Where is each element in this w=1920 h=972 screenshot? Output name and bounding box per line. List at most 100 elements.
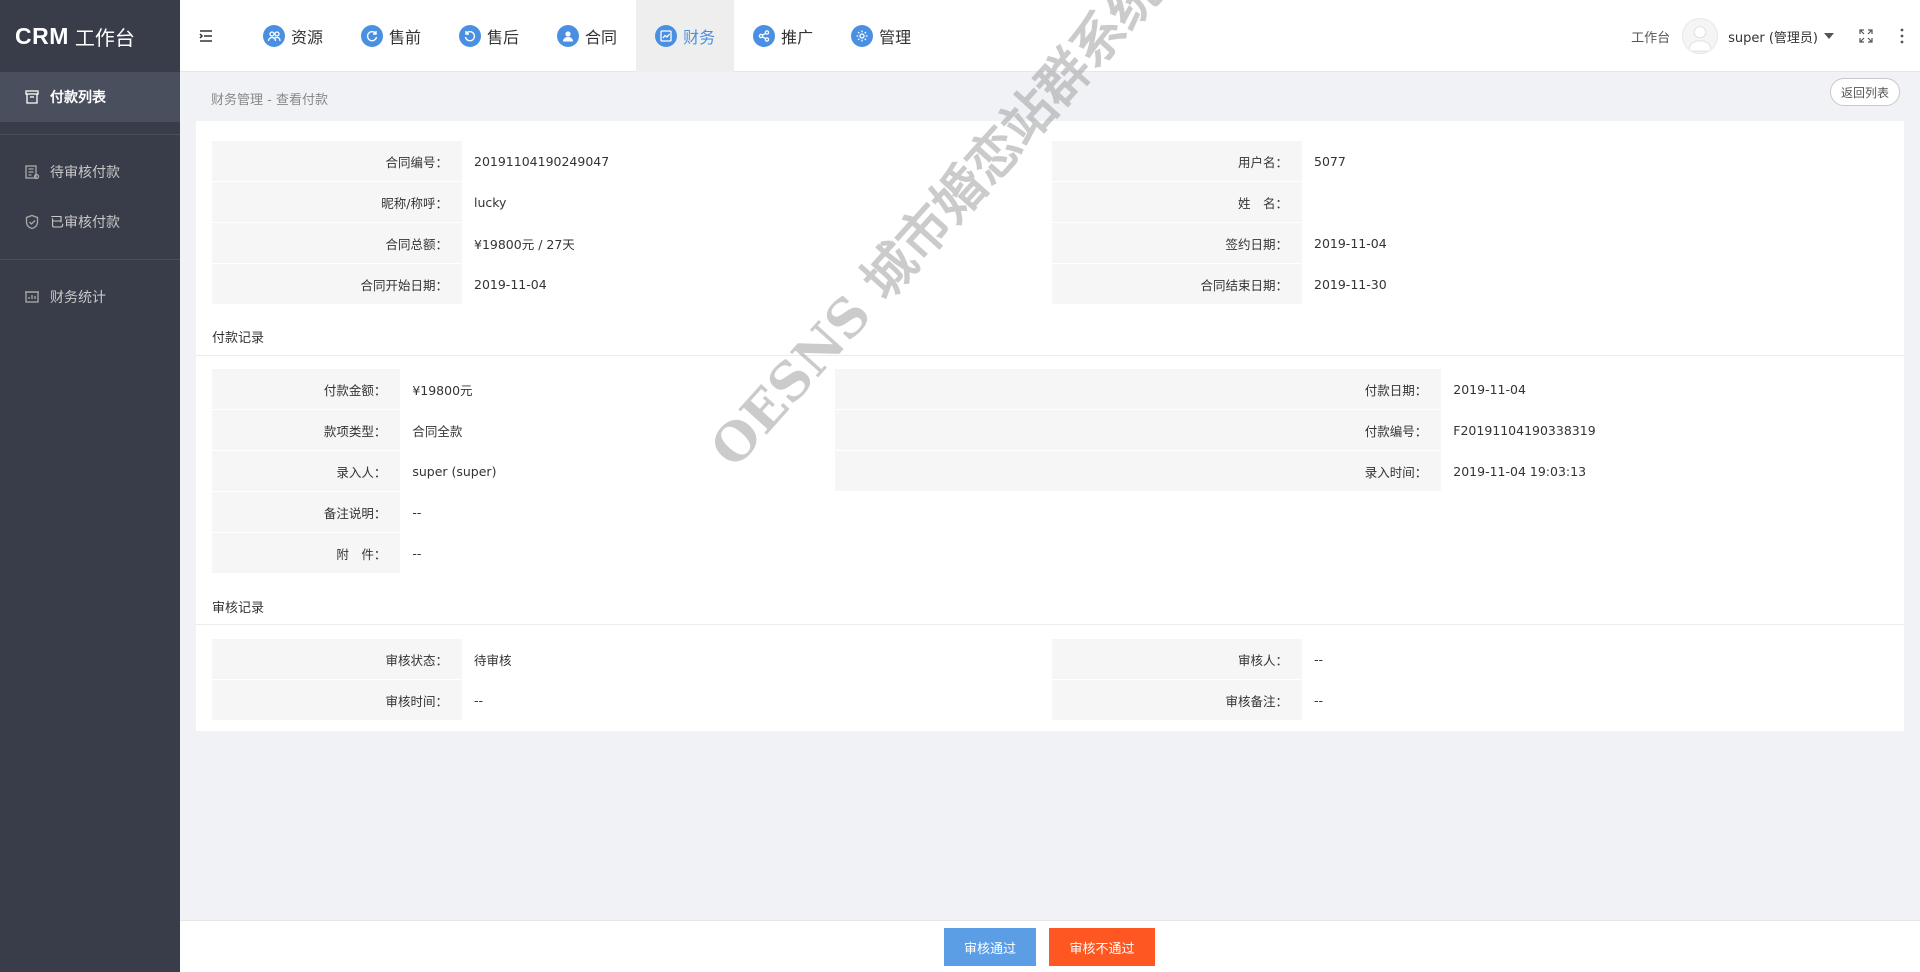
refresh-icon <box>361 24 384 47</box>
rotate-icon <box>459 24 482 47</box>
breadcrumb: 财务管理 - 查看付款 <box>211 93 328 108</box>
table-row: 录入人： super (super) 录入时间： 2019-11-04 19:0… <box>212 451 1904 492</box>
nav-tab-admin[interactable]: 管理 <box>832 0 930 72</box>
nickname-value: lucky <box>474 195 507 210</box>
reject-button[interactable]: 审核不通过 <box>1049 928 1155 966</box>
nav-tab-label: 财务 <box>683 27 716 47</box>
entry-person-label: 录入人： <box>212 451 401 492</box>
payment-amount-value: ¥19800元 <box>412 383 473 398</box>
contract-end-value: 2019-11-30 <box>1314 277 1387 292</box>
contract-start-value: 2019-11-04 <box>474 277 547 292</box>
sign-date-label: 签约日期： <box>1052 223 1302 264</box>
table-row: 款项类型： 合同全款 付款编号： F20191104190338319 <box>212 410 1904 451</box>
resources-icon <box>263 24 285 47</box>
contract-no-label: 合同编号： <box>212 141 462 182</box>
contract-no-value: 20191104190249047 <box>474 154 610 169</box>
entry-time-label: 录入时间： <box>835 451 1442 492</box>
username-value: 5077 <box>1314 154 1346 169</box>
audit-time-label: 审核时间： <box>212 680 462 721</box>
audit-time-value: -- <box>474 693 484 708</box>
username-label: 用户名： <box>1052 141 1302 182</box>
contract-total-label: 合同总额： <box>212 223 462 264</box>
payment-type-value: 合同全款 <box>412 424 463 439</box>
nav-tab-contract[interactable]: 合同 <box>538 0 636 72</box>
entry-time-value: 2019-11-04 19:03:13 <box>1453 464 1587 479</box>
sidebar-item-label: 待审核付款 <box>50 165 120 181</box>
audit-remark-value: -- <box>1314 693 1324 708</box>
sidebar-item-label: 付款列表 <box>50 90 106 106</box>
nav-tab-label: 推广 <box>781 27 814 47</box>
breadcrumb-bar: 财务管理 - 查看付款 返回列表 <box>180 72 1920 122</box>
sign-date-value: 2019-11-04 <box>1314 236 1387 251</box>
nav-tab-presales[interactable]: 售前 <box>342 0 440 72</box>
contract-end-label: 合同结束日期： <box>1052 264 1302 305</box>
nav-tab-label: 合同 <box>585 27 618 47</box>
chevron-down-icon[interactable] <box>1824 33 1834 39</box>
nav-tab-aftersales[interactable]: 售后 <box>440 0 538 72</box>
payment-date-label: 付款日期： <box>835 369 1442 410</box>
payment-date-value: 2019-11-04 <box>1453 382 1526 397</box>
nav-tab-label: 售后 <box>487 27 520 47</box>
brand-logo: CRM 工作台 <box>0 0 180 72</box>
shield-check-icon <box>24 214 40 230</box>
table-row: 备注说明： -- <box>212 492 1904 533</box>
table-row: 审核时间： -- 审核备注： -- <box>212 680 1892 721</box>
fullscreen-icon[interactable] <box>1848 0 1884 72</box>
audit-status-value: 待审核 <box>474 653 512 668</box>
share-icon <box>753 24 776 47</box>
nav-tab-label: 资源 <box>291 27 324 47</box>
auditor-value: -- <box>1314 652 1324 667</box>
payment-section-title: 付款记录 <box>212 331 265 346</box>
user-icon <box>557 24 580 47</box>
sidebar-item-pending-payments[interactable]: 待审核付款 <box>0 147 180 197</box>
back-to-list-button[interactable]: 返回列表 <box>1829 78 1900 106</box>
nav-tab-finance[interactable]: 财务 <box>636 0 735 72</box>
avatar[interactable] <box>1682 18 1719 54</box>
table-row: 付款金额： ¥19800元 付款日期： 2019-11-04 <box>212 369 1904 410</box>
audit-record-table: 审核状态： 待审核 审核人： -- 审核时间： -- 审核备注： -- <box>212 639 1892 721</box>
sidebar: CRM 工作台 付款列表 待审核付款 已审核付款 财务统计 <box>0 0 180 972</box>
audit-status-label: 审核状态： <box>212 639 462 680</box>
contract-info-table: 合同编号： 20191104190249047 用户名： 5077 昵称/称呼：… <box>212 141 1892 305</box>
name-value <box>1302 182 1892 223</box>
gear-icon <box>851 24 874 47</box>
sidebar-item-audited-payments[interactable]: 已审核付款 <box>0 197 180 247</box>
payment-detail-card: 合同编号： 20191104190249047 用户名： 5077 昵称/称呼：… <box>196 121 1904 731</box>
contract-total-value: ¥19800元 / 27天 <box>474 237 575 252</box>
table-row: 昵称/称呼： lucky 姓 名： <box>212 182 1892 223</box>
nav-tab-resources[interactable]: 资源 <box>244 0 342 72</box>
more-vertical-icon[interactable] <box>1884 0 1920 72</box>
nav-tab-label: 管理 <box>879 27 912 47</box>
payment-amount-label: 付款金额： <box>212 369 401 410</box>
audit-remark-label: 审核备注： <box>1052 680 1302 721</box>
auditor-label: 审核人： <box>1052 639 1302 680</box>
chart-icon <box>655 24 678 47</box>
nav-tab-label: 售前 <box>389 27 422 47</box>
sidebar-item-label: 财务统计 <box>50 290 106 306</box>
table-row: 合同总额： ¥19800元 / 27天 签约日期： 2019-11-04 <box>212 223 1892 264</box>
menu-toggle-icon[interactable] <box>188 0 224 72</box>
sidebar-item-payment-list[interactable]: 付款列表 <box>0 72 180 122</box>
workbench-link[interactable]: 工作台 <box>1631 27 1670 46</box>
remark-label: 备注说明： <box>212 492 401 533</box>
section-divider <box>196 355 1904 356</box>
attachment-value: -- <box>412 546 422 561</box>
remark-value: -- <box>412 505 422 520</box>
sidebar-item-finance-stats[interactable]: 财务统计 <box>0 272 180 322</box>
payment-no-label: 付款编号： <box>835 410 1442 451</box>
stats-icon <box>24 289 40 305</box>
entry-person-value: super (super) <box>412 464 497 479</box>
sidebar-divider <box>0 259 180 260</box>
approve-button[interactable]: 审核通过 <box>944 928 1036 966</box>
nav-tab-promotion[interactable]: 推广 <box>734 0 832 72</box>
contract-start-label: 合同开始日期： <box>212 264 462 305</box>
attachment-label: 附 件： <box>212 533 401 574</box>
name-label: 姓 名： <box>1052 182 1302 223</box>
main-content: 财务管理 - 查看付款 返回列表 合同编号： 20191104190249047… <box>180 72 1920 920</box>
payment-record-table: 付款金额： ¥19800元 付款日期： 2019-11-04 款项类型： 合同全… <box>212 369 1904 574</box>
audit-section-title: 审核记录 <box>212 601 265 616</box>
payment-no-value: F20191104190338319 <box>1453 423 1596 438</box>
table-row: 审核状态： 待审核 审核人： -- <box>212 639 1892 680</box>
user-menu[interactable]: super (管理员) <box>1728 27 1818 46</box>
payment-type-label: 款项类型： <box>212 410 401 451</box>
